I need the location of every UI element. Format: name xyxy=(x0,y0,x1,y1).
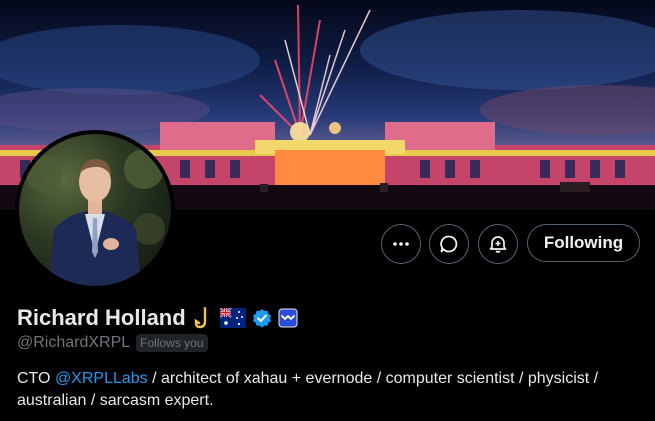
profile-name-row: Richard Holland xyxy=(17,303,298,333)
profile-bio: CTO @XRPLLabs / architect of xahau + eve… xyxy=(17,368,647,412)
notification-subscribe-button[interactable] xyxy=(478,224,518,264)
profile-handle-row: @RichardXRPL Follows you xyxy=(17,334,208,352)
bio-mention-link[interactable]: @XRPLLabs xyxy=(55,370,148,387)
profile-avatar[interactable] xyxy=(15,130,175,290)
notification-subscribe-icon xyxy=(489,236,507,253)
verified-badge-icon[interactable] xyxy=(252,308,272,328)
australia-flag-icon xyxy=(219,308,246,328)
profile-handle: @RichardXRPL xyxy=(17,334,131,351)
follows-you-badge: Follows you xyxy=(136,334,208,352)
avatar-photo xyxy=(19,134,171,286)
more-button[interactable] xyxy=(381,224,421,264)
message-button[interactable] xyxy=(429,224,469,264)
profile-name: Richard Holland xyxy=(17,305,186,330)
more-icon xyxy=(393,242,409,246)
hook-emoji-icon xyxy=(192,306,214,330)
bio-prefix: CTO xyxy=(17,370,55,387)
message-icon xyxy=(440,235,458,253)
affiliate-badge-icon[interactable] xyxy=(278,308,298,328)
following-button[interactable]: Following xyxy=(527,224,640,262)
